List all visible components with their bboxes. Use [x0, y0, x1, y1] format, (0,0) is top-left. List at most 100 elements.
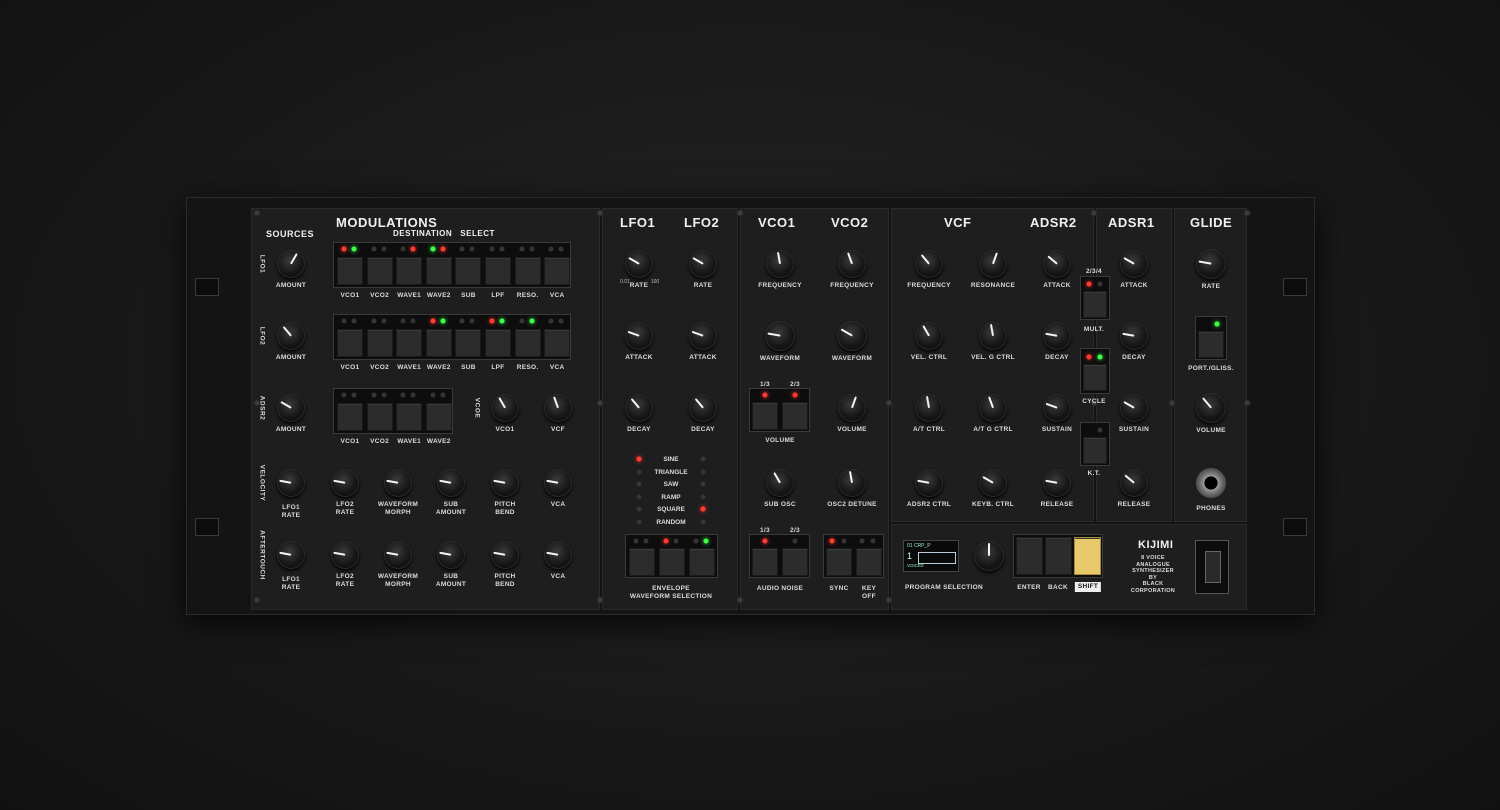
port-gliss-button[interactable] [1198, 331, 1224, 358]
destination-button-vca[interactable] [544, 257, 571, 285]
adsr1-decay-knob[interactable] [1120, 322, 1148, 350]
phones-label: PHONES [1196, 505, 1226, 512]
cycle-button[interactable] [1083, 364, 1107, 391]
vco2-frequency-knob[interactable] [838, 250, 866, 278]
velocity-knob-5[interactable] [544, 469, 572, 497]
vcf-knob-6[interactable] [979, 394, 1007, 422]
velocity-knob-1[interactable] [331, 469, 359, 497]
vcf-knob-1[interactable] [915, 250, 943, 278]
destination-button-sub[interactable] [455, 257, 482, 285]
status-led [829, 538, 835, 544]
destination-button-sub[interactable] [455, 329, 482, 357]
vco1-waveform-knob[interactable] [765, 321, 795, 351]
adsr2-sustain-knob[interactable] [1043, 394, 1071, 422]
vcf-knob-7[interactable] [915, 469, 943, 497]
amount-knob-0-label: AMOUNT [275, 282, 307, 289]
noise-button-1[interactable] [782, 548, 808, 576]
back-button[interactable] [1045, 537, 1072, 575]
destination-button-vco1[interactable] [337, 329, 363, 357]
vco2-volume-knob[interactable] [838, 394, 866, 422]
envelope-waveform-button-3[interactable] [689, 548, 715, 576]
glide-rate-knob[interactable] [1196, 249, 1226, 279]
power-switch[interactable] [1195, 540, 1229, 594]
lfo2-rate-knob[interactable] [689, 250, 717, 278]
destination-button-wave1[interactable] [396, 329, 423, 357]
adsr1-sustain-knob[interactable] [1120, 394, 1148, 422]
mult-button[interactable] [1083, 291, 1107, 318]
subosc-ratio-button-1[interactable] [782, 402, 808, 430]
enter-button[interactable] [1016, 537, 1043, 575]
destination-button-wave2[interactable] [425, 257, 452, 285]
vcf-knob-4[interactable] [979, 322, 1007, 350]
lfo1-decay-knob[interactable] [625, 394, 653, 422]
adsr1-attack-knob[interactable] [1120, 250, 1148, 278]
phones-jack[interactable] [1196, 468, 1226, 498]
amount-knob-4[interactable] [277, 541, 305, 569]
destination-button-vca[interactable] [544, 329, 571, 357]
vcf-knob-3[interactable] [915, 322, 943, 350]
knob-pointer [1198, 260, 1212, 265]
aftertouch-knob-2[interactable] [384, 541, 412, 569]
vcf-knob-8[interactable] [979, 469, 1007, 497]
envelope-waveform-button-1[interactable] [629, 548, 655, 576]
destination-button-reso[interactable] [514, 329, 541, 357]
velocity-knob-3[interactable] [437, 469, 465, 497]
subosc-knob[interactable] [766, 469, 794, 497]
destination-button-lpf[interactable] [485, 257, 511, 285]
velocity-knob-2[interactable] [384, 469, 412, 497]
noise-ratio-label-0: 1/3 [760, 527, 770, 534]
status-led [558, 318, 564, 324]
velocity-knob-4[interactable] [491, 469, 519, 497]
subosc-ratio-button-0[interactable] [752, 402, 778, 430]
status-led [633, 538, 639, 544]
program-display: 01 CRP_P 1 VOICE0 [903, 540, 959, 572]
knob-pointer [1045, 479, 1058, 484]
destination-button-wave2[interactable] [425, 329, 452, 357]
key-tracking-button[interactable] [1083, 437, 1107, 464]
aftertouch-knob-1[interactable] [331, 541, 359, 569]
lfo1-attack-knob-label: ATTACK [625, 354, 653, 361]
adsr2-destination-button-2[interactable] [396, 403, 423, 431]
adsr1-release-knob[interactable] [1120, 469, 1148, 497]
envelope-waveform-button-2[interactable] [659, 548, 685, 576]
lfo2-attack-knob[interactable] [689, 322, 717, 350]
shift-button[interactable] [1074, 537, 1101, 575]
knob-pointer [988, 543, 990, 556]
aftertouch-knob-3[interactable] [437, 541, 465, 569]
noise-button-0[interactable] [752, 548, 778, 576]
adsr2-destination-button-3[interactable] [425, 403, 452, 431]
destination-button-reso[interactable] [514, 257, 541, 285]
power-switch-rocker [1205, 551, 1221, 583]
amount-knob-3[interactable] [277, 469, 305, 497]
lfo2-decay-knob[interactable] [689, 394, 717, 422]
sync-button[interactable] [826, 548, 852, 576]
amount-knob-0[interactable] [277, 250, 305, 278]
master-volume-knob[interactable] [1196, 393, 1226, 423]
vcf-knob-5[interactable] [915, 394, 943, 422]
adsr2-vco1-knob[interactable] [491, 394, 519, 422]
adsr2-release-knob[interactable] [1043, 469, 1071, 497]
osc2-detune-knob[interactable] [838, 469, 866, 497]
destination-button-lpf[interactable] [485, 329, 511, 357]
destination-button-vco2[interactable] [366, 257, 393, 285]
destination-button-vco1[interactable] [337, 257, 363, 285]
program-encoder-knob[interactable] [974, 541, 1004, 571]
vcf-knob-2[interactable] [979, 250, 1007, 278]
env-2-3-4-label: 2/3/4 [1086, 268, 1102, 275]
lfo1-attack-knob[interactable] [625, 322, 653, 350]
adsr2-vcf-knob[interactable] [544, 394, 572, 422]
vco1-frequency-knob[interactable] [766, 250, 794, 278]
adsr2-destination-button-1[interactable] [366, 403, 393, 431]
vco2-waveform-knob[interactable] [837, 321, 867, 351]
key-off-button[interactable] [856, 548, 882, 576]
adsr2-destination-button-0[interactable] [337, 403, 363, 431]
aftertouch-knob-4[interactable] [491, 541, 519, 569]
destination-button-vco2[interactable] [366, 329, 393, 357]
destination-button-wave1[interactable] [396, 257, 423, 285]
adsr2-decay-knob[interactable] [1043, 322, 1071, 350]
lfo1-rate-knob[interactable] [625, 250, 653, 278]
amount-knob-1[interactable] [277, 322, 305, 350]
adsr2-attack-knob[interactable] [1043, 250, 1071, 278]
aftertouch-knob-5[interactable] [544, 541, 572, 569]
amount-knob-2[interactable] [277, 394, 305, 422]
